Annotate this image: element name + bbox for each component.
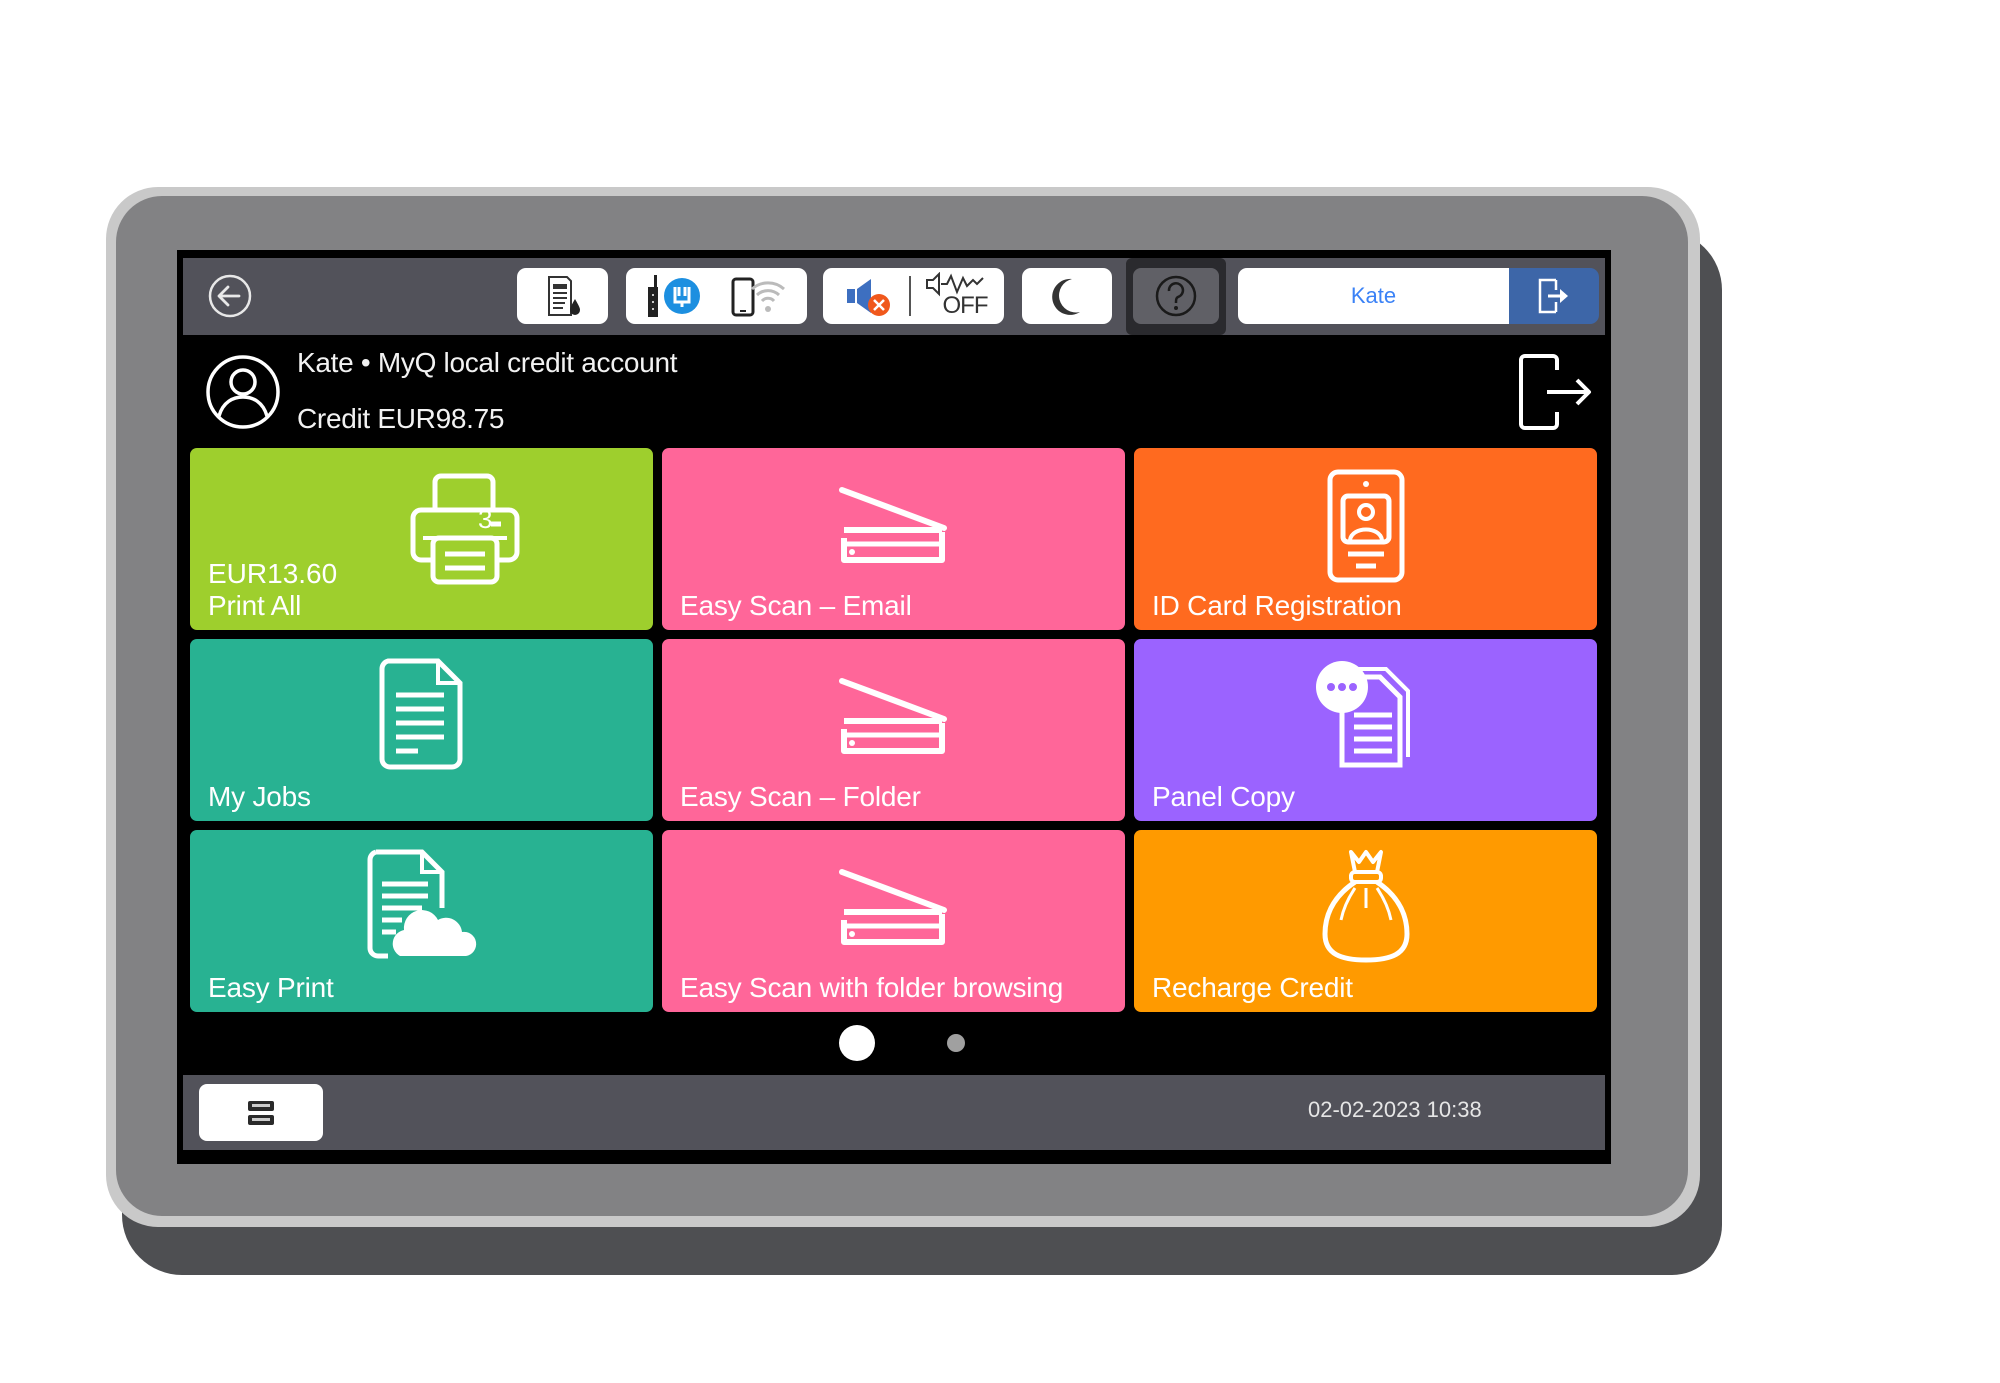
cloud-document-icon — [367, 849, 476, 959]
tile-my-jobs[interactable]: My Jobs — [190, 639, 653, 821]
device-menu-icon — [248, 1100, 274, 1125]
sleep-button[interactable] — [1022, 268, 1112, 324]
money-bag-icon — [1321, 850, 1410, 963]
toner-status-button[interactable] — [517, 268, 608, 324]
ethernet-icon — [647, 275, 700, 317]
account-info: Kate • MyQ local credit account — [297, 347, 678, 378]
tile-id-card-registration[interactable]: ID Card Registration — [1134, 448, 1597, 630]
user-circle-icon — [206, 355, 280, 429]
logout-button[interactable] — [1517, 354, 1595, 430]
tile-easy-scan-folder-browsing[interactable]: Easy Scan with folder browsing — [662, 830, 1125, 1012]
divider — [908, 276, 911, 316]
top-status-bar: OFF Kate — [183, 258, 1605, 335]
logout-button-small[interactable] — [1509, 268, 1599, 324]
speaker-muted-icon — [846, 279, 890, 316]
tile-label: Easy Scan – Email — [680, 590, 912, 621]
tile-print-all[interactable]: 3 EUR13.60 Print All — [190, 448, 653, 630]
printer-icon — [410, 473, 520, 585]
tile-label: ID Card Registration — [1152, 590, 1402, 621]
scanner-icon — [838, 869, 947, 945]
scanner-icon — [838, 678, 947, 754]
tile-panel-copy[interactable]: Panel Copy — [1134, 639, 1597, 821]
tile-easy-scan-folder[interactable]: Easy Scan – Folder — [662, 639, 1125, 821]
help-button[interactable] — [1133, 268, 1219, 324]
logout-icon — [1538, 278, 1568, 314]
tile-label: Easy Print — [208, 972, 334, 1003]
job-count-badge: 3 — [478, 504, 493, 534]
tile-recharge-credit[interactable]: Recharge Credit — [1134, 830, 1597, 1012]
back-button[interactable] — [207, 273, 253, 319]
page-indicator-active[interactable] — [839, 1025, 875, 1061]
alarm-off-text: OFF — [942, 292, 989, 319]
user-name-field[interactable]: Kate — [1238, 268, 1509, 324]
bottom-bar: 02-02-2023 10:38 — [183, 1075, 1605, 1150]
user-avatar — [205, 354, 281, 430]
tile-label: Print All — [208, 590, 302, 621]
credit-balance: Credit EUR98.75 — [297, 403, 505, 434]
tile-label: Panel Copy — [1152, 781, 1295, 812]
printer-toner-icon — [547, 276, 580, 316]
datetime-display: 02-02-2023 10:38 — [1308, 1097, 1482, 1122]
document-icon — [379, 658, 462, 770]
tile-label: My Jobs — [208, 781, 311, 812]
network-status-button[interactable] — [626, 268, 807, 324]
moon-icon — [1052, 278, 1080, 315]
tile-easy-scan-email[interactable]: Easy Scan – Email — [662, 448, 1125, 630]
question-circle-icon — [1155, 275, 1197, 317]
scanner-icon — [838, 487, 947, 563]
alarm-off-indicator: OFF — [925, 272, 989, 320]
id-card-icon — [1327, 469, 1404, 583]
logout-icon — [1519, 354, 1591, 430]
tile-label: Recharge Credit — [1152, 972, 1353, 1003]
help-button-frame — [1126, 258, 1226, 335]
print-all-amount: EUR13.60 — [208, 558, 338, 589]
copy-document-icon — [1315, 661, 1410, 768]
tile-easy-print[interactable]: Easy Print — [190, 830, 653, 1012]
tile-label: Easy Scan – Folder — [680, 781, 921, 812]
tile-label: Easy Scan with folder browsing — [680, 972, 1064, 1003]
device-menu-button[interactable] — [199, 1084, 323, 1141]
arrow-left-circle-icon — [208, 274, 252, 318]
page-indicator-inactive[interactable] — [947, 1034, 965, 1052]
wifi-direct-icon — [731, 277, 785, 317]
sound-status-button[interactable]: OFF — [823, 268, 1004, 324]
